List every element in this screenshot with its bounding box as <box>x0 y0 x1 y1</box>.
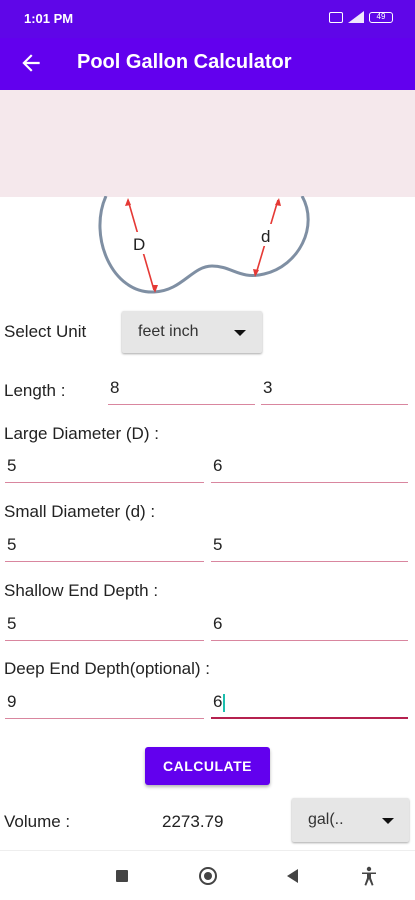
small-diameter-inch-input[interactable]: 5 <box>211 530 408 562</box>
select-unit-label: Select Unit <box>4 322 87 341</box>
length-label: Length : <box>4 381 66 400</box>
shallow-depth-feet-input[interactable]: 5 <box>5 609 204 641</box>
ad-banner[interactable] <box>0 90 415 197</box>
caret-down-icon <box>234 330 246 336</box>
system-nav-bar <box>0 850 415 900</box>
unit-spinner[interactable]: feet inch <box>122 311 262 353</box>
calculate-button[interactable]: CALCULATE <box>145 747 270 785</box>
unit-selected-value: feet inch <box>138 323 199 340</box>
shallow-depth-inch-input[interactable]: 6 <box>211 609 408 641</box>
arrow-head <box>275 198 281 206</box>
large-diameter-feet-input[interactable]: 5 <box>5 451 204 483</box>
shallow-depth-label: Shallow End Depth : <box>4 581 159 600</box>
deep-depth-feet-input[interactable]: 9 <box>5 687 204 719</box>
deep-depth-inch-input[interactable]: 6 <box>211 687 408 719</box>
status-icons: 49 <box>329 11 393 23</box>
small-diameter-label: Small Diameter (d) : <box>4 502 156 521</box>
back-arrow-icon[interactable] <box>18 50 44 76</box>
volume-unit-selected-value: gal(.. <box>308 811 344 828</box>
status-time: 1:01 PM <box>24 11 74 26</box>
nav-recents-icon[interactable] <box>116 870 128 882</box>
battery-icon: 49 <box>369 11 393 23</box>
app-bar: Pool Gallon Calculator <box>0 38 415 90</box>
sim-icon <box>329 11 343 23</box>
pool-diagram: D d <box>98 196 310 294</box>
length-inch-input[interactable]: 3 <box>261 373 408 405</box>
small-diameter-label: d <box>261 227 270 246</box>
nav-back-icon[interactable] <box>287 869 298 883</box>
volume-value: 2273.79 <box>162 812 224 831</box>
small-diameter-feet-input[interactable]: 5 <box>5 530 204 562</box>
large-diameter-label: D <box>133 235 145 254</box>
accessibility-icon[interactable] <box>360 866 378 886</box>
deep-depth-inch-value: 6 <box>213 692 223 711</box>
volume-unit-spinner[interactable]: gal(.. <box>292 798 409 842</box>
arrow-head <box>125 198 131 206</box>
volume-label: Volume : <box>4 812 71 831</box>
deep-depth-label: Deep End Depth(optional) : <box>4 659 211 678</box>
text-cursor <box>223 693 226 712</box>
page-title: Pool Gallon Calculator <box>77 51 292 73</box>
large-diameter-label: Large Diameter (D) : <box>4 424 159 443</box>
nav-home-icon[interactable] <box>199 867 217 885</box>
large-diameter-inch-input[interactable]: 6 <box>211 451 408 483</box>
status-bar: 1:01 PM 49 <box>0 0 415 38</box>
caret-down-icon <box>382 818 394 824</box>
signal-icon <box>348 11 364 23</box>
length-feet-input[interactable]: 8 <box>108 373 255 405</box>
